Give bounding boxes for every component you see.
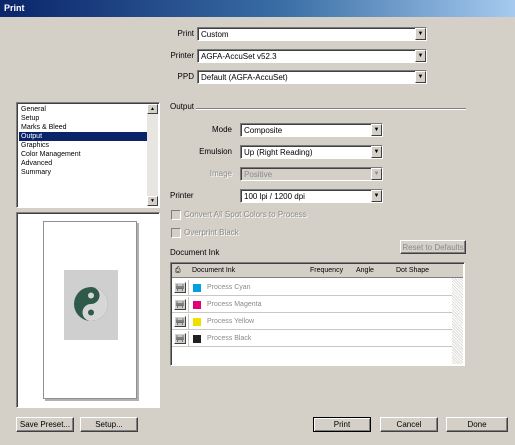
printer-icon[interactable]: [174, 299, 186, 310]
printer-value: AGFA-AccuSet v52.3: [201, 51, 277, 61]
mode-label: Mode: [211, 125, 232, 134]
column-frequency: Frequency: [310, 267, 344, 274]
chevron-down-icon[interactable]: ▼: [371, 190, 382, 202]
emulsion-label: Emulsion: [199, 147, 232, 156]
print-column-icon: ⎙: [175, 267, 181, 274]
printer-icon[interactable]: [174, 333, 186, 344]
printer-icon[interactable]: [174, 316, 186, 327]
image-value: Positive: [244, 169, 273, 179]
scroll-up-icon[interactable]: ▲: [147, 104, 158, 114]
done-button[interactable]: Done: [446, 417, 508, 432]
table-row[interactable]: Process Cyan: [172, 280, 452, 296]
reset-to-defaults-button[interactable]: Reset to Defaults: [400, 240, 466, 254]
overprint-black-checkbox[interactable]: [171, 228, 181, 238]
row-separator: [188, 314, 189, 330]
table-row[interactable]: Process Yellow: [172, 314, 452, 330]
chevron-down-icon: ▼: [371, 168, 382, 180]
print-preset-select[interactable]: Custom ▼: [197, 27, 427, 41]
printer-select[interactable]: AGFA-AccuSet v52.3 ▼: [197, 49, 427, 63]
print-preview: [16, 212, 160, 408]
category-item[interactable]: Graphics: [19, 141, 147, 150]
row-separator: [188, 280, 189, 296]
mode-value: Composite: [244, 125, 283, 135]
ink-name: Process Yellow: [207, 318, 255, 325]
printer-resolution-label: Printer: [170, 191, 194, 200]
window-title: Print: [4, 3, 25, 13]
image-label: Image: [209, 169, 232, 178]
category-item[interactable]: Setup: [19, 114, 147, 123]
category-items: General Setup Marks & Bleed Output Graphics C…: [19, 105, 147, 177]
ppd-value: Default (AGFA-AccuSet): [201, 72, 288, 82]
overprint-black-label: Overprint Black: [184, 228, 239, 237]
chevron-down-icon[interactable]: ▼: [371, 124, 382, 136]
ink-table-scrollbar[interactable]: [452, 278, 463, 364]
printer-icon[interactable]: [174, 282, 186, 293]
print-button[interactable]: Print: [313, 417, 371, 432]
table-row[interactable]: Process Magenta: [172, 297, 452, 313]
printer-resolution-select[interactable]: 100 lpi / 1200 dpi ▼: [240, 189, 383, 203]
chevron-down-icon[interactable]: ▼: [415, 50, 426, 62]
row-separator: [188, 331, 189, 347]
category-item[interactable]: Advanced: [19, 159, 147, 168]
preview-image: [64, 270, 118, 340]
ink-name: Process Black: [207, 335, 252, 342]
cyan-swatch-icon: [193, 284, 201, 292]
black-swatch-icon: [193, 335, 201, 343]
column-document-ink: Document Ink: [192, 267, 236, 274]
image-select: Positive ▼: [240, 167, 383, 181]
chevron-down-icon[interactable]: ▼: [371, 146, 382, 158]
row-separator: [188, 297, 189, 313]
ppd-label: PPD: [177, 72, 194, 81]
ink-name: Process Cyan: [207, 284, 251, 291]
category-list[interactable]: General Setup Marks & Bleed Output Graphics C…: [16, 102, 160, 208]
save-preset-button[interactable]: Save Preset...: [16, 417, 74, 432]
preview-page: [43, 221, 137, 399]
yellow-swatch-icon: [193, 318, 201, 326]
magenta-swatch-icon: [193, 301, 201, 309]
ink-table-header: ⎙ Document Ink Frequency Angle Dot Shape: [172, 264, 463, 278]
convert-spot-checkbox[interactable]: [171, 210, 181, 220]
scroll-down-icon[interactable]: ▼: [147, 196, 158, 206]
print-preset-label: Print: [177, 29, 194, 38]
category-scrollbar[interactable]: ▲ ▼: [147, 104, 158, 206]
mode-select[interactable]: Composite ▼: [240, 123, 383, 137]
document-ink-title: Document Ink: [170, 248, 220, 257]
emulsion-select[interactable]: Up (Right Reading) ▼: [240, 145, 383, 159]
category-item[interactable]: General: [19, 105, 147, 114]
category-item[interactable]: Output: [19, 132, 147, 141]
output-divider: [196, 108, 466, 110]
table-row[interactable]: Process Black: [172, 331, 452, 347]
printer-resolution-value: 100 lpi / 1200 dpi: [244, 191, 305, 201]
output-section-title: Output: [170, 102, 195, 111]
emulsion-value: Up (Right Reading): [244, 147, 313, 157]
chevron-down-icon[interactable]: ▼: [415, 71, 426, 83]
column-dot-shape: Dot Shape: [396, 267, 430, 274]
chevron-down-icon[interactable]: ▼: [415, 28, 426, 40]
ink-table[interactable]: ⎙ Document Ink Frequency Angle Dot Shape…: [170, 262, 465, 366]
ppd-select[interactable]: Default (AGFA-AccuSet) ▼: [197, 70, 427, 84]
column-angle: Angle: [356, 267, 374, 274]
convert-spot-label: Convert All Spot Colors to Process: [184, 210, 307, 219]
category-item[interactable]: Color Management: [19, 150, 147, 159]
cancel-button[interactable]: Cancel: [380, 417, 438, 432]
printer-label: Printer: [170, 51, 194, 60]
ink-name: Process Magenta: [207, 301, 262, 308]
category-item[interactable]: Summary: [19, 168, 147, 177]
category-item[interactable]: Marks & Bleed: [19, 123, 147, 132]
title-bar: Print: [0, 0, 515, 17]
setup-button[interactable]: Setup...: [80, 417, 138, 432]
yin-yang-icon: [74, 287, 108, 321]
print-preset-value: Custom: [201, 29, 229, 39]
